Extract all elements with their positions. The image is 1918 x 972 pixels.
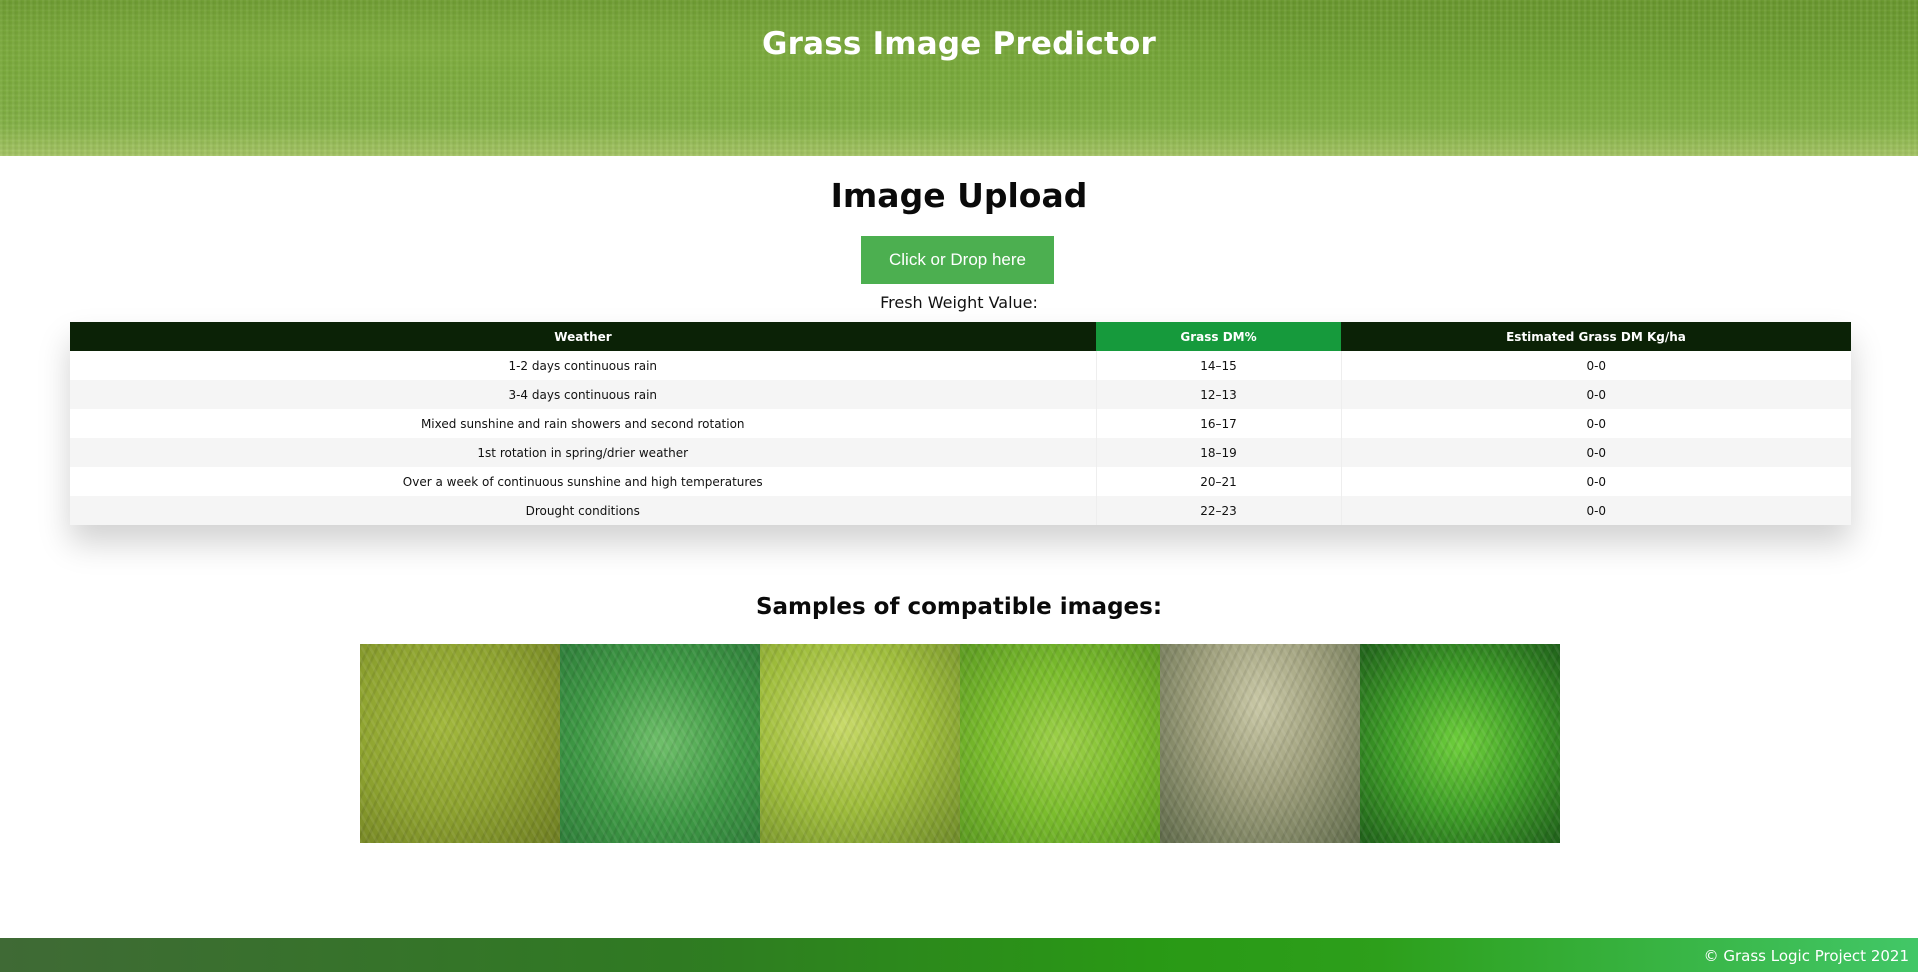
cell-weather: 1st rotation in spring/drier weather <box>70 438 1097 467</box>
page-title: Grass Image Predictor <box>762 26 1156 62</box>
cell-grass-dm: 22–23 <box>1096 496 1342 525</box>
cell-estimated-dm: 0-0 <box>1341 409 1851 438</box>
cell-grass-dm: 16–17 <box>1096 409 1342 438</box>
column-header-weather: Weather <box>70 322 1096 351</box>
cell-grass-dm: 12–13 <box>1096 380 1342 409</box>
sample-grass-image <box>360 644 560 843</box>
column-header-grass-dm: Grass DM% <box>1096 322 1341 351</box>
cell-weather: Over a week of continuous sunshine and h… <box>70 467 1097 496</box>
sample-grass-image <box>760 644 960 843</box>
cell-estimated-dm: 0-0 <box>1341 496 1851 525</box>
sample-images-strip <box>360 644 1560 843</box>
cell-estimated-dm: 0-0 <box>1341 438 1851 467</box>
cell-estimated-dm: 0-0 <box>1341 351 1851 380</box>
sample-grass-image <box>960 644 1160 843</box>
footer-bar: © Grass Logic Project 2021 <box>0 938 1918 972</box>
cell-estimated-dm: 0-0 <box>1341 467 1851 496</box>
header-banner: Grass Image Predictor <box>0 0 1918 156</box>
column-header-estimated-dm: Estimated Grass DM Kg/ha <box>1341 322 1851 351</box>
table-header-row: Weather Grass DM% Estimated Grass DM Kg/… <box>70 322 1851 351</box>
cell-weather: Drought conditions <box>70 496 1097 525</box>
samples-title: Samples of compatible images: <box>755 594 1163 620</box>
cell-grass-dm: 14–15 <box>1096 351 1342 380</box>
table-row: 3-4 days continuous rain 12–13 0-0 <box>70 380 1851 409</box>
table-row: 1st rotation in spring/drier weather 18–… <box>70 438 1851 467</box>
table-row: 1-2 days continuous rain 14–15 0-0 <box>70 351 1851 380</box>
upload-dropzone-button[interactable]: Click or Drop here <box>861 236 1054 284</box>
upload-section-title: Image Upload <box>830 176 1088 215</box>
fresh-weight-label: Fresh Weight Value: <box>880 293 1038 312</box>
footer-copyright: © Grass Logic Project 2021 <box>1703 947 1909 965</box>
results-table-container: Weather Grass DM% Estimated Grass DM Kg/… <box>70 322 1851 525</box>
cell-weather: 3-4 days continuous rain <box>70 380 1097 409</box>
cell-grass-dm: 20–21 <box>1096 467 1342 496</box>
table-row: Over a week of continuous sunshine and h… <box>70 467 1851 496</box>
sample-grass-image <box>1160 644 1360 843</box>
cell-weather: Mixed sunshine and rain showers and seco… <box>70 409 1097 438</box>
sample-grass-image <box>1360 644 1560 843</box>
cell-weather: 1-2 days continuous rain <box>70 351 1097 380</box>
cell-grass-dm: 18–19 <box>1096 438 1342 467</box>
table-row: Mixed sunshine and rain showers and seco… <box>70 409 1851 438</box>
cell-estimated-dm: 0-0 <box>1341 380 1851 409</box>
dm-table: Weather Grass DM% Estimated Grass DM Kg/… <box>70 322 1851 525</box>
sample-grass-image <box>560 644 760 843</box>
table-row: Drought conditions 22–23 0-0 <box>70 496 1851 525</box>
